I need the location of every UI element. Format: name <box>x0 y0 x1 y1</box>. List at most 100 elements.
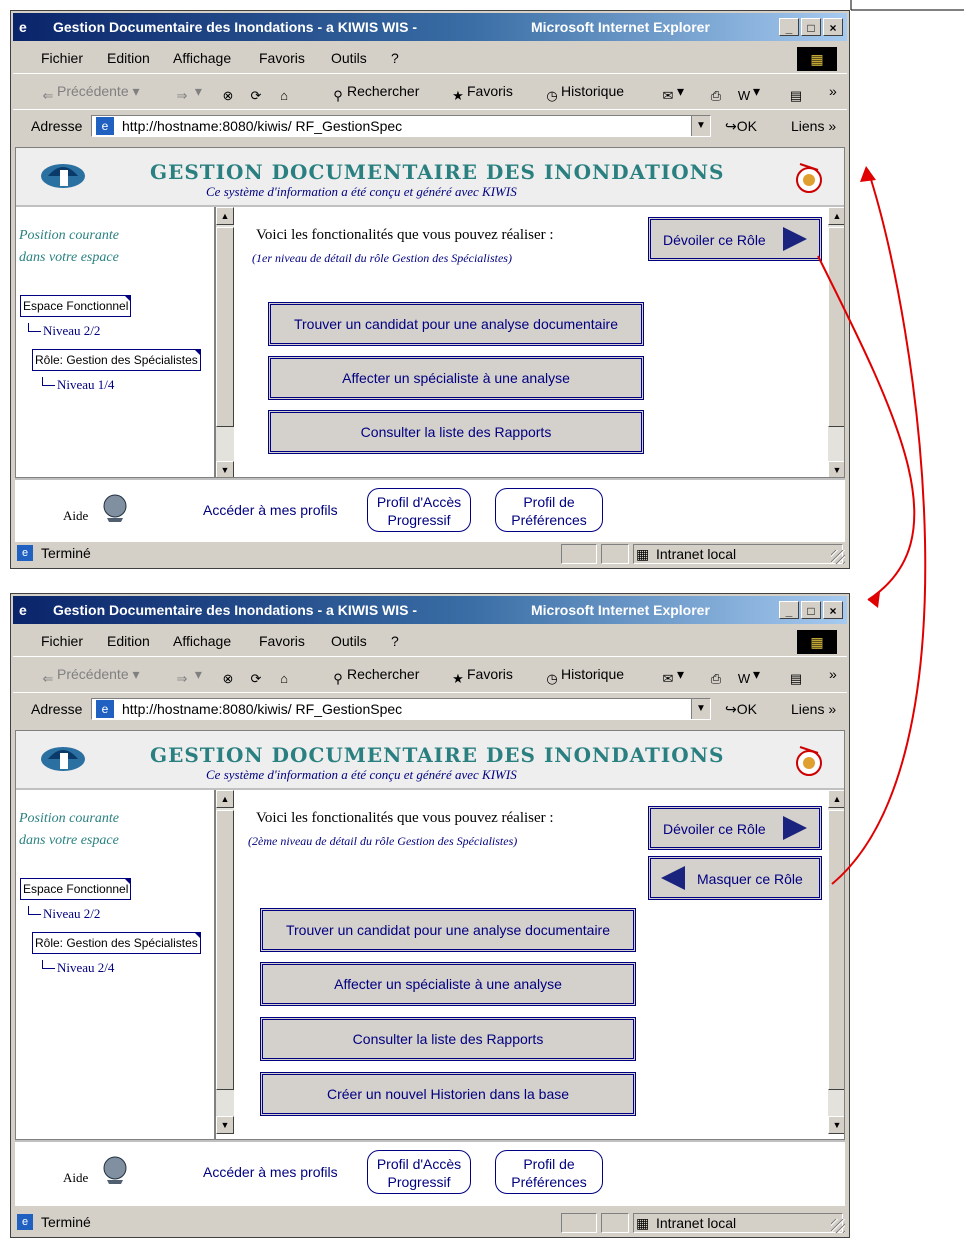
navigation-frame: Position courante dans votre espace Espa… <box>16 207 234 477</box>
chevron-down-icon[interactable]: ▼ <box>691 116 710 136</box>
main-scrollbar[interactable]: ▲ ▼ <box>828 207 844 477</box>
nav-role[interactable]: Rôle: Gestion des Spécialistes <box>32 932 201 954</box>
help-globe-icon[interactable] <box>99 492 131 524</box>
go-button[interactable]: ↪OK <box>725 118 757 135</box>
maximize-icon[interactable]: □ <box>801 18 821 36</box>
left-scrollbar[interactable]: ▲ ▼ <box>216 207 234 477</box>
scroll-down-icon[interactable]: ▼ <box>828 1116 844 1134</box>
nav-espace-fonctionnel[interactable]: Espace Fonctionnel <box>20 878 132 900</box>
history-button[interactable]: ◷ Historique <box>543 666 624 688</box>
reveal-role-button[interactable]: Dévoiler ce Rôle <box>648 806 822 850</box>
nav-niveau-espace[interactable]: Niveau 2/2 <box>28 323 100 339</box>
mail-button[interactable]: ✉ ▾ <box>659 666 684 688</box>
scroll-thumb[interactable] <box>828 227 844 427</box>
nav-espace-fonctionnel[interactable]: Espace Fonctionnel <box>20 295 132 317</box>
menu-outils[interactable]: Outils <box>331 50 367 66</box>
print-button[interactable]: ⎙ <box>707 83 725 105</box>
home-icon: ⌂ <box>280 88 288 103</box>
refresh-button[interactable]: ⟳ <box>247 83 265 105</box>
profil-acces-button[interactable]: Profil d'Accès Progressif <box>367 488 471 532</box>
left-scrollbar[interactable]: ▲ ▼ <box>216 790 234 1134</box>
function-button-3[interactable]: Consulter la liste des Rapports <box>260 1017 636 1061</box>
stop-button[interactable]: ⊗ <box>219 666 237 688</box>
menu-fichier[interactable]: Fichier <box>41 633 83 649</box>
maximize-icon[interactable]: □ <box>801 601 821 619</box>
help-globe-icon[interactable] <box>99 1154 131 1186</box>
refresh-button[interactable]: ⟳ <box>247 666 265 688</box>
menu-edition[interactable]: Edition <box>107 633 150 649</box>
nav-niveau-espace[interactable]: Niveau 2/2 <box>28 906 100 922</box>
minimize-icon[interactable]: _ <box>779 601 799 619</box>
address-input[interactable]: e http://hostname:8080/kiwis/ RF_Gestion… <box>91 698 711 720</box>
profil-acces-button[interactable]: Profil d'Accès Progressif <box>367 1150 471 1194</box>
back-arrow-icon: ⇐ <box>42 88 54 103</box>
scroll-up-icon[interactable]: ▲ <box>216 790 234 808</box>
function-button-2[interactable]: Affecter un spécialiste à une analyse <box>268 356 644 400</box>
edit-button[interactable]: W ▾ <box>735 83 760 105</box>
search-button[interactable]: ⚲ Rechercher <box>329 666 419 688</box>
menu-favoris[interactable]: Favoris <box>259 633 305 649</box>
minimize-icon[interactable]: _ <box>779 18 799 36</box>
favorites-button[interactable]: ★ Favoris <box>449 83 513 105</box>
menu-help[interactable]: ? <box>391 50 399 66</box>
home-button[interactable]: ⌂ <box>275 83 293 105</box>
scroll-down-icon[interactable]: ▼ <box>216 1116 234 1134</box>
profil-preferences-button[interactable]: Profil de Préférences <box>495 1150 603 1194</box>
main-scrollbar[interactable]: ▲ ▼ <box>828 790 844 1134</box>
menu-edition[interactable]: Edition <box>107 50 150 66</box>
scroll-up-icon[interactable]: ▲ <box>216 207 234 225</box>
favorites-button[interactable]: ★ Favoris <box>449 666 513 688</box>
resize-grip-icon[interactable] <box>831 1219 845 1233</box>
stop-button[interactable]: ⊗ <box>219 83 237 105</box>
nav-niveau-role[interactable]: Niveau 1/4 <box>42 377 114 393</box>
discuss-button[interactable]: ▤ <box>787 666 805 688</box>
menu-fichier[interactable]: Fichier <box>41 50 83 66</box>
hide-role-button[interactable]: Masquer ce Rôle <box>648 856 822 900</box>
menu-affichage[interactable]: Affichage <box>173 50 231 66</box>
menu-outils[interactable]: Outils <box>331 633 367 649</box>
chevron-down-icon[interactable]: ▼ <box>691 699 710 719</box>
function-button-2[interactable]: Affecter un spécialiste à une analyse <box>260 962 636 1006</box>
print-button[interactable]: ⎙ <box>707 666 725 688</box>
back-button[interactable]: ⇐ Précédente ▾ <box>39 83 140 105</box>
menu-bar: Fichier Edition Affichage Favoris Outils… <box>13 626 847 657</box>
function-button-1[interactable]: Trouver un candidat pour une analyse doc… <box>260 908 636 952</box>
scroll-up-icon[interactable]: ▲ <box>828 790 844 808</box>
function-button-1[interactable]: Trouver un candidat pour une analyse doc… <box>268 302 644 346</box>
forward-button[interactable]: ⇒ ▾ <box>173 83 202 105</box>
profil-preferences-button[interactable]: Profil de Préférences <box>495 488 603 532</box>
scroll-thumb[interactable] <box>828 810 844 1090</box>
scroll-up-icon[interactable]: ▲ <box>828 207 844 225</box>
go-label: OK <box>736 118 757 134</box>
menu-affichage[interactable]: Affichage <box>173 633 231 649</box>
menu-favoris[interactable]: Favoris <box>259 50 305 66</box>
more-chevron-icon[interactable]: » <box>829 666 837 682</box>
resize-grip-icon[interactable] <box>831 550 845 564</box>
menu-help[interactable]: ? <box>391 633 399 649</box>
search-button[interactable]: ⚲ Rechercher <box>329 83 419 105</box>
function-button-3[interactable]: Consulter la liste des Rapports <box>268 410 644 454</box>
home-button[interactable]: ⌂ <box>275 666 293 688</box>
function-button-4[interactable]: Créer un nouvel Historien dans la base <box>260 1072 636 1116</box>
go-button[interactable]: ↪OK <box>725 701 757 718</box>
links-button[interactable]: Liens » <box>791 118 836 134</box>
more-chevron-icon[interactable]: » <box>829 83 837 99</box>
links-button[interactable]: Liens » <box>791 701 836 717</box>
scroll-thumb[interactable] <box>216 227 234 427</box>
scroll-down-icon[interactable]: ▼ <box>828 461 844 477</box>
nav-niveau-role[interactable]: Niveau 2/4 <box>42 960 114 976</box>
nav-role[interactable]: Rôle: Gestion des Spécialistes <box>32 349 201 371</box>
forward-button[interactable]: ⇒ ▾ <box>173 666 202 688</box>
mail-button[interactable]: ✉ ▾ <box>659 83 684 105</box>
close-icon[interactable]: × <box>823 601 843 619</box>
back-button[interactable]: ⇐ Précédente ▾ <box>39 666 140 688</box>
address-input[interactable]: e http://hostname:8080/kiwis/ RF_Gestion… <box>91 115 711 137</box>
title-bar: e Gestion Documentaire des Inondations -… <box>13 596 847 624</box>
close-icon[interactable]: × <box>823 18 843 36</box>
reveal-role-button[interactable]: Dévoiler ce Rôle <box>648 217 822 261</box>
history-button[interactable]: ◷ Historique <box>543 83 624 105</box>
edit-button[interactable]: W ▾ <box>735 666 760 688</box>
discuss-button[interactable]: ▤ <box>787 83 805 105</box>
scroll-thumb[interactable] <box>216 810 234 1090</box>
scroll-down-icon[interactable]: ▼ <box>216 461 234 477</box>
